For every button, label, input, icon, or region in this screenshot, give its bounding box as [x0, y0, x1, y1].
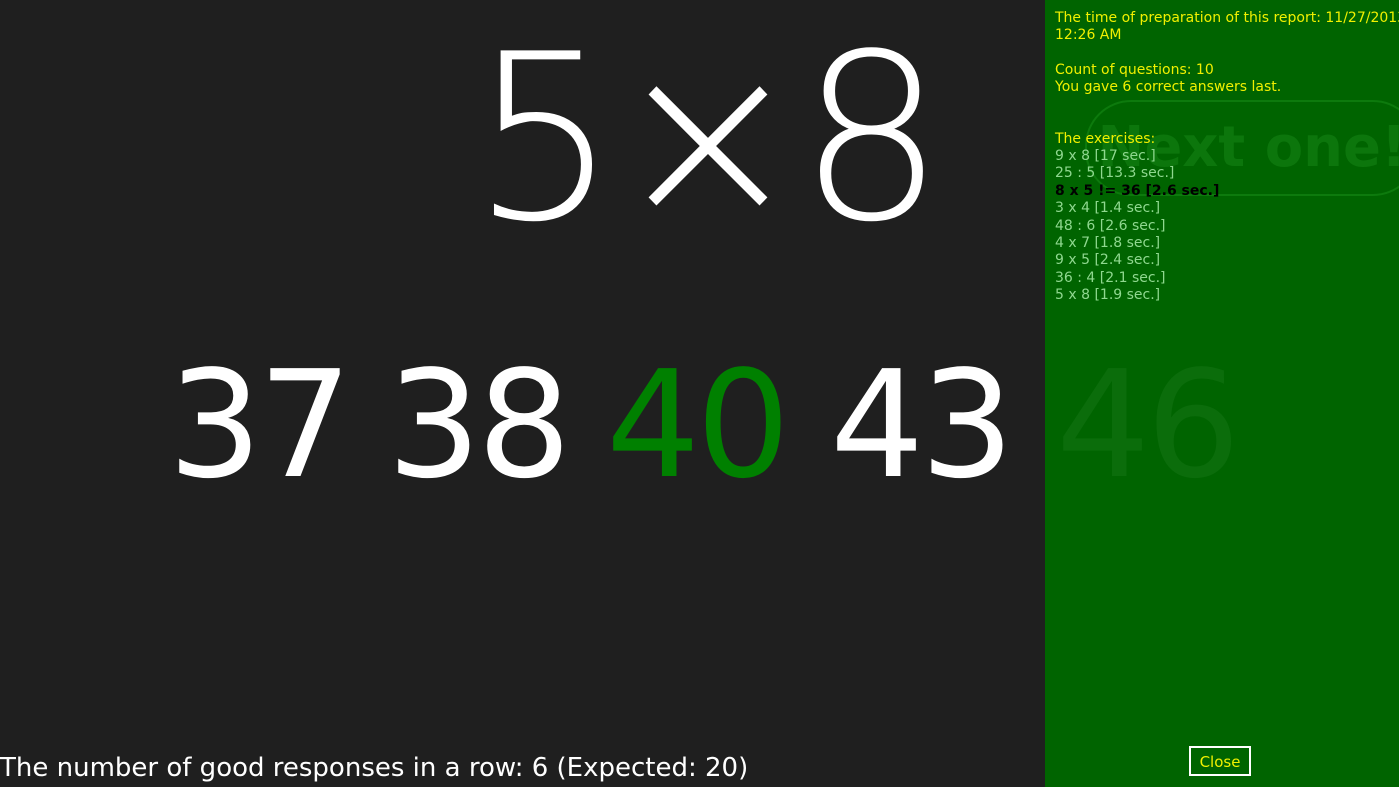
exercise-item: 36 : 4 [2.1 sec.] [1055, 269, 1166, 286]
exercise-item: 9 x 8 [17 sec.] [1055, 148, 1156, 164]
report-prepared-time-2: 12:26 AM [1055, 27, 1122, 43]
answer-option-37[interactable]: 37 [168, 345, 352, 505]
answer-option-40-correct[interactable]: 40 [606, 345, 790, 505]
exercise-item: 5 x 8 [1.9 sec.] [1055, 287, 1161, 304]
report-prepared-time: The time of preparation of this report: … [1055, 10, 1399, 26]
exercise-item: 48 : 6 [2.6 sec.] [1055, 217, 1166, 234]
answer-option-43[interactable]: 43 [830, 345, 1014, 505]
exercise-item: 4 x 7 [1.8 sec.] [1055, 235, 1161, 252]
report-question-count: Count of questions: 10 [1055, 62, 1214, 78]
report-correct-count: You gave 6 correct answers last. [1055, 79, 1282, 95]
report-exercises-heading: The exercises: [1055, 131, 1156, 147]
streak-status: The number of good responses in a row: 6… [0, 753, 749, 783]
exercise-item: 9 x 5 [2.4 sec.] [1055, 252, 1161, 269]
close-button[interactable]: Close [1189, 746, 1251, 776]
exercise-item-wrong: 8 x 5 != 36 [2.6 sec.] [1055, 182, 1220, 199]
exercise-item: 25 : 5 [13.3 sec.] [1055, 165, 1175, 182]
exercise-list: 9 x 8 [17 sec.] 25 : 5 [13.3 sec.] 8 x 5… [1055, 148, 1219, 305]
answer-option-46[interactable]: 46 [1056, 345, 1240, 505]
exercise-item: 3 x 4 [1.4 sec.] [1055, 200, 1161, 217]
app-window: 5×8 37 38 40 43 The number of good respo… [0, 0, 1399, 787]
problem-display: 5×8 [471, 6, 944, 273]
answer-option-38[interactable]: 38 [387, 345, 571, 505]
